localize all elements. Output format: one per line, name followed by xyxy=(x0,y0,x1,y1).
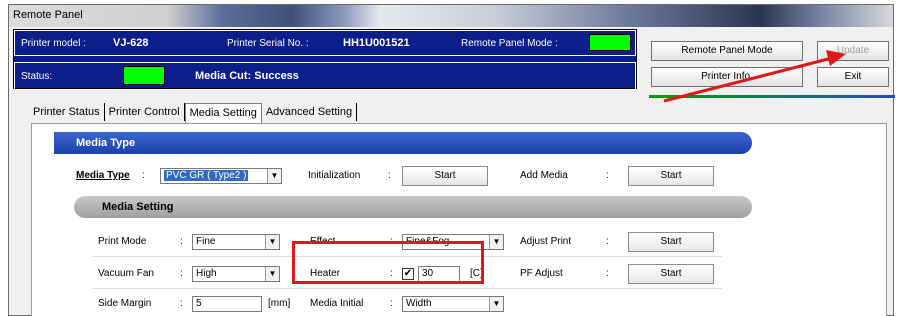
effect-value: Fine&Fog xyxy=(406,236,450,247)
print-mode-select[interactable]: Fine ▼ xyxy=(192,234,280,250)
initialization-label: Initialization xyxy=(308,170,361,181)
remote-panel-mode-button[interactable]: Remote Panel Mode xyxy=(651,41,803,61)
printer-model-label: Printer model : xyxy=(21,38,87,49)
chevron-down-icon[interactable]: ▼ xyxy=(489,235,503,249)
adjust-print-start-button[interactable]: Start xyxy=(628,232,714,252)
status-value: Media Cut: Success xyxy=(195,70,299,82)
media-initial-value: Width xyxy=(406,298,432,309)
heater-checkbox[interactable]: ✔ xyxy=(402,268,414,280)
colon: : xyxy=(388,170,391,181)
media-type-value: PVC GR ( Type2 ) xyxy=(164,170,249,181)
vacuum-fan-value: High xyxy=(196,268,217,279)
title-bar[interactable]: Remote Panel xyxy=(9,5,893,27)
media-type-select[interactable]: PVC GR ( Type2 ) ▼ xyxy=(160,168,282,184)
add-media-start-button[interactable]: Start xyxy=(628,166,714,186)
pf-adjust-label: PF Adjust xyxy=(520,268,563,279)
window-title: Remote Panel xyxy=(13,9,83,21)
chevron-down-icon[interactable]: ▼ xyxy=(489,297,503,311)
media-setting-section-header: Media Setting xyxy=(74,196,752,218)
heater-label: Heater xyxy=(310,268,341,279)
effect-select[interactable]: Fine&Fog ▼ xyxy=(402,234,504,250)
tab-bar: Printer Status Printer Control Media Set… xyxy=(29,103,358,123)
printer-info-panel: Printer model : VJ-628 Printer Serial No… xyxy=(13,29,637,90)
tab-printer-status[interactable]: Printer Status xyxy=(29,103,105,121)
vacuum-fan-label: Vacuum Fan xyxy=(98,268,154,279)
printer-info-button[interactable]: Printer Info. xyxy=(651,67,803,87)
serial-value: HH1U001521 xyxy=(343,37,410,49)
print-mode-label: Print Mode xyxy=(98,236,147,247)
chevron-down-icon[interactable]: ▼ xyxy=(265,235,279,249)
side-margin-unit: [mm] xyxy=(268,298,291,309)
colon: : xyxy=(390,268,393,279)
colon: : xyxy=(606,236,609,247)
media-setting-content: Media Type Media Type : PVC GR ( Type2 )… xyxy=(31,123,887,316)
adjust-print-label: Adjust Print xyxy=(520,236,572,247)
effect-label: Effect xyxy=(310,236,336,247)
colon: : xyxy=(606,170,609,181)
colon: : xyxy=(142,170,145,181)
row-divider xyxy=(92,256,722,257)
chevron-down-icon[interactable]: ▼ xyxy=(265,267,279,281)
heater-unit: [C] xyxy=(470,268,483,279)
tab-advanced-setting[interactable]: Advanced Setting xyxy=(262,103,358,121)
colon: : xyxy=(180,298,183,309)
media-initial-select[interactable]: Width ▼ xyxy=(402,296,504,312)
media-type-section-header: Media Type xyxy=(54,132,752,154)
print-mode-value: Fine xyxy=(196,236,216,247)
top-area: Printer model : VJ-628 Printer Serial No… xyxy=(9,27,893,95)
vacuum-fan-select[interactable]: High ▼ xyxy=(192,266,280,282)
heater-temperature-input[interactable]: 30 xyxy=(418,266,460,282)
status-indicator xyxy=(123,66,165,85)
remote-mode-label: Remote Panel Mode : xyxy=(461,38,558,49)
remote-panel-window: Remote Panel Printer model : VJ-628 Prin… xyxy=(8,4,895,316)
side-margin-label: Side Margin xyxy=(98,298,152,309)
side-margin-input[interactable]: 5 xyxy=(192,296,262,312)
colon: : xyxy=(180,268,183,279)
pf-adjust-start-button[interactable]: Start xyxy=(628,264,714,284)
colon: : xyxy=(390,298,393,309)
remote-mode-indicator xyxy=(589,34,631,51)
status-label: Status: xyxy=(21,71,53,82)
info-row-status: Status: Media Cut: Success xyxy=(14,62,636,90)
colon: : xyxy=(390,236,393,247)
tab-media-setting[interactable]: Media Setting xyxy=(184,103,262,123)
tab-printer-control[interactable]: Printer Control xyxy=(105,103,185,121)
row-divider xyxy=(92,288,722,289)
initialization-start-button[interactable]: Start xyxy=(402,166,488,186)
media-type-label: Media Type xyxy=(76,170,130,181)
serial-label: Printer Serial No. : xyxy=(227,38,309,49)
exit-button[interactable]: Exit xyxy=(817,67,889,87)
printer-model-value: VJ-628 xyxy=(113,37,149,49)
colon: : xyxy=(606,268,609,279)
add-media-label: Add Media xyxy=(520,170,568,181)
separator-line xyxy=(649,95,895,98)
colon: : xyxy=(180,236,183,247)
media-initial-label: Media Initial xyxy=(310,298,364,309)
update-button[interactable]: Update xyxy=(817,41,889,61)
info-row-model: Printer model : VJ-628 Printer Serial No… xyxy=(14,30,636,56)
chevron-down-icon[interactable]: ▼ xyxy=(267,169,281,183)
